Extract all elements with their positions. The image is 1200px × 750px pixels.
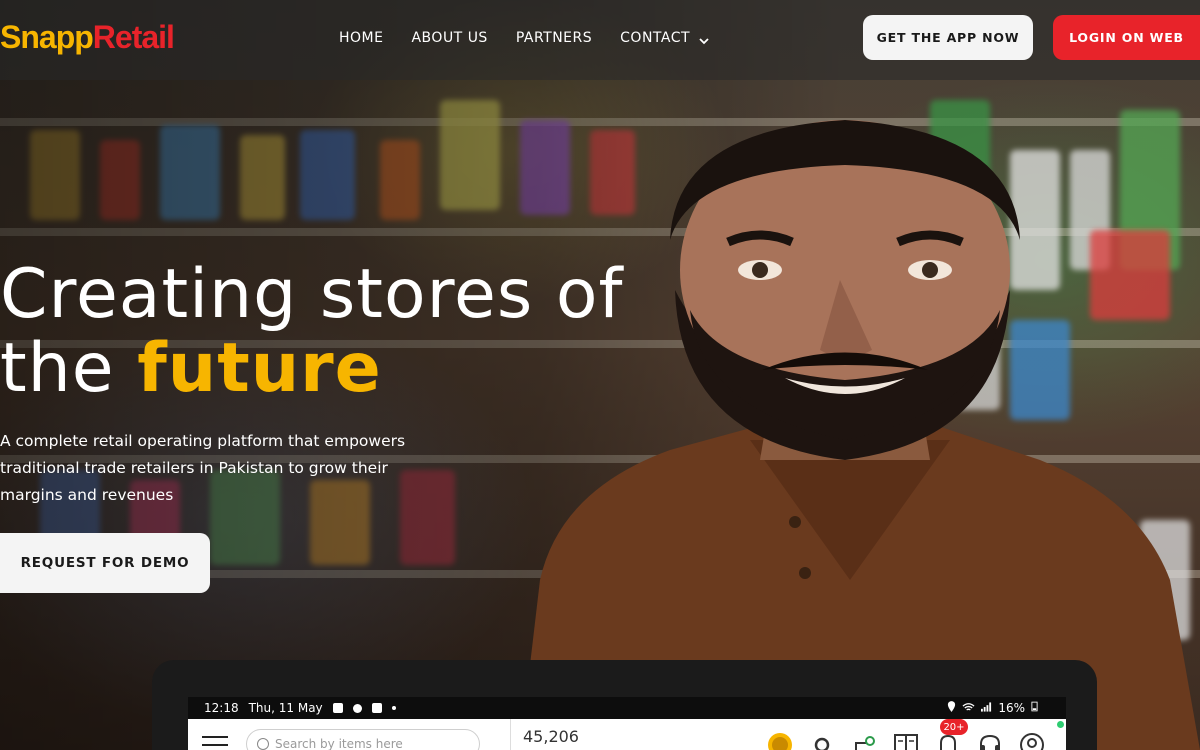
signal-icon [981,701,992,715]
chat-icon [371,703,382,713]
settings-icon [352,703,362,713]
snapp-coin-icon[interactable] [766,729,794,750]
status-date: Thu, 11 May [248,701,323,715]
status-time: 12:18 [204,701,239,715]
main-nav: HOME ABOUT US PARTNERS CONTACT [339,27,738,49]
shopkeeper-photo [500,110,1200,750]
request-demo-button[interactable]: REQUEST FOR DEMO [0,533,210,593]
nav-item-label: HOME [339,30,384,46]
hero-title: Creating stores of the future [0,258,700,406]
landing-page: SnappRetail HOME ABOUT US PARTNERS CONTA… [0,0,1200,750]
toolbar-divider [510,719,511,750]
location-pin-icon[interactable] [808,729,836,750]
nav-item-contact[interactable]: CONTACT [620,27,710,49]
nav-item-label: CONTACT [620,30,691,46]
ledger-icon[interactable] [892,729,920,750]
location-icon [947,701,956,715]
menu-icon[interactable] [202,736,228,750]
notification-dot-icon [391,706,396,710]
tablet-app-toolbar: Search by items here 45,206 20+ [188,719,1066,750]
nav-item-label: PARTNERS [515,30,593,46]
tablet-status-bar: 12:18 Thu, 11 May 16% [188,697,1066,719]
nav-item-label: ABOUT US [411,30,488,46]
brand-logo-part2: Retail [92,19,175,55]
login-on-web-button[interactable]: LOGIN ON WEB [1053,15,1200,60]
tablet-search-input[interactable]: Search by items here [246,729,480,750]
hero-subtitle: A complete retail operating platform tha… [0,432,406,504]
brand-logo-part1: Snapp [0,19,94,55]
route-icon[interactable] [850,729,878,750]
hero-title-line1: Creating stores of [0,255,624,334]
wifi-icon [962,701,975,715]
screenshot-icon [332,703,343,713]
get-the-app-button[interactable]: GET THE APP NOW [863,15,1033,60]
tablet-action-icons [766,729,1046,750]
search-icon [257,738,269,750]
profile-icon[interactable] [1018,729,1046,750]
online-status-dot [1057,721,1064,728]
tablet-screen: 12:18 Thu, 11 May 16% Search by items he… [188,697,1066,750]
headset-icon[interactable] [976,729,1004,750]
nav-item-about-us[interactable]: ABOUT US [411,27,487,49]
hero-title-line2-prefix: the [0,329,138,408]
brand-logo[interactable]: SnappRetail [0,17,175,57]
notification-badge: 20+ [940,719,968,735]
site-header: SnappRetail HOME ABOUT US PARTNERS CONTA… [0,0,1200,80]
tablet-mockup: 12:18 Thu, 11 May 16% Search by items he… [152,660,1097,750]
nav-item-partners[interactable]: PARTNERS [516,27,592,49]
nav-item-home[interactable]: HOME [339,27,383,49]
battery-icon [1031,701,1038,715]
search-placeholder: Search by items here [275,737,403,750]
hero-title-accent: future [137,329,382,408]
chevron-down-icon [698,32,710,45]
balance-amount: 45,206 [523,727,579,746]
battery-percent: 16% [998,701,1025,715]
